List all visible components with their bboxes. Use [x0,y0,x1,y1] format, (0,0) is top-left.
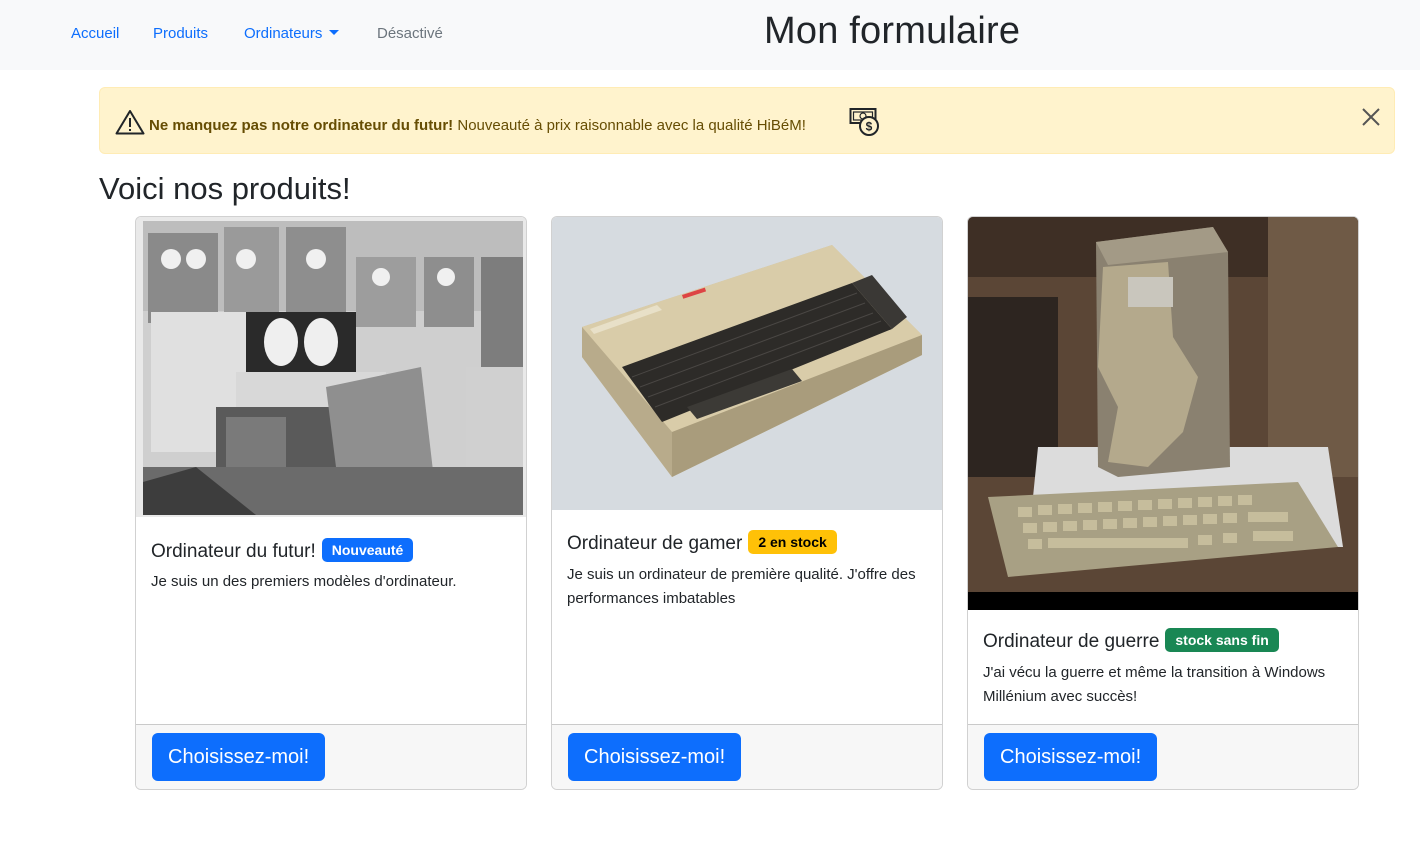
section-title: Voici nos produits! [99,171,351,206]
product-title: Ordinateur de gamer 2 en stock [567,530,837,555]
close-icon[interactable] [1360,106,1382,128]
card-footer: Choisissez-moi! [552,724,942,789]
nav-dropdown-ordinateurs[interactable]: Ordinateurs [244,25,340,42]
product-card: Ordinateur de guerre stock sans fin J'ai … [967,216,1359,790]
promo-alert: Ne manquez pas notre ordinateur du futur… [99,87,1395,154]
svg-text:$: $ [866,120,873,134]
product-image [136,217,526,517]
product-title-text: Ordinateur du futur! [151,541,316,562]
product-title: Ordinateur du futur! Nouveauté [151,538,414,563]
product-title-text: Ordinateur de gamer [567,533,743,554]
choose-button[interactable]: Choisissez-moi! [152,733,326,781]
navbar: Accueil Produits Ordinateurs Désactivé M… [0,0,1420,70]
nav-link-desactive: Désactivé [377,25,443,42]
alert-text: Nouveauté à prix raisonnable avec la qua… [453,117,806,134]
product-title-text: Ordinateur de guerre [983,631,1160,652]
alert-message: Ne manquez pas notre ordinateur du futur… [149,117,806,134]
status-badge: stock sans fin [1165,628,1279,652]
status-badge: 2 en stock [748,530,837,554]
card-footer: Choisissez-moi! [136,724,526,789]
site-title: Mon formulaire [764,10,1021,52]
product-title: Ordinateur de guerre stock sans fin [983,628,1279,653]
choose-button[interactable]: Choisissez-moi! [984,733,1158,781]
nav-dropdown-label: Ordinateurs [244,25,323,42]
card-footer: Choisissez-moi! [968,724,1358,789]
nav-link-produits[interactable]: Produits [153,25,208,42]
product-description: Je suis un des premiers modèles d'ordina… [151,573,457,590]
nav-link-accueil[interactable]: Accueil [71,25,119,42]
choose-button[interactable]: Choisissez-moi! [568,733,742,781]
product-image [968,217,1358,610]
product-description: Je suis un ordinateur de première qualit… [567,566,916,607]
product-card: Ordinateur du futur! Nouveauté Je suis un… [135,216,527,790]
product-image [552,217,942,510]
status-badge: Nouveauté [321,538,414,562]
product-card: Ordinateur de gamer 2 en stock Je suis un… [551,216,943,790]
money-icon: $ [849,108,879,136]
alert-bold-text: Ne manquez pas notre ordinateur du futur… [149,117,454,134]
warning-triangle-icon [115,110,145,135]
product-description: J'ai vécu la guerre et même la transitio… [983,664,1326,705]
chevron-down-icon [329,30,340,35]
